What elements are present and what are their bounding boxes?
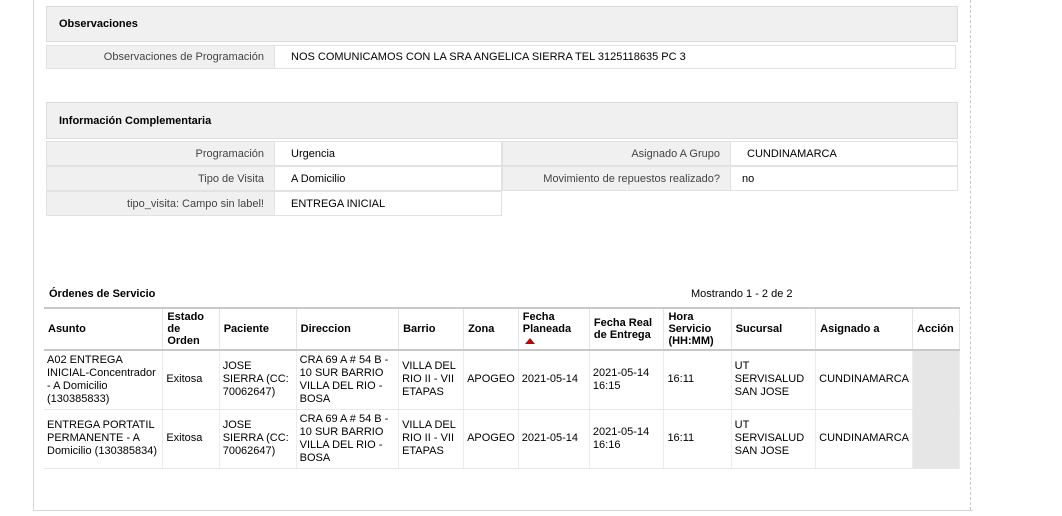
- col-estado-label: Estado de Orden: [167, 311, 205, 347]
- programacion-label: Programación: [46, 141, 275, 166]
- ordenes-servicio-title: Órdenes de Servicio: [49, 288, 156, 300]
- col-sucursal-label: Sucursal: [735, 323, 783, 335]
- col-hora-servicio[interactable]: Hora Servicio (HH:MM): [663, 307, 732, 351]
- dashed-divider: [970, 0, 971, 510]
- col-zona-label: Zona: [468, 323, 495, 335]
- col-paciente[interactable]: Paciente: [219, 307, 297, 351]
- table-header-row: Asunto Estado de Orden Paciente Direccio…: [44, 307, 960, 351]
- cell-barrio: VILLA DEL RIO II - VII ETAPAS: [398, 409, 465, 469]
- col-hora-servicio-label: Hora Servicio (HH:MM): [668, 311, 714, 347]
- col-direccion[interactable]: Direccion: [296, 307, 400, 351]
- cell-direccion: CRA 69 A # 54 B - 10 SUR BARRIO VILLA DE…: [296, 350, 400, 410]
- campo-sin-label-label: tipo_visita: Campo sin label!: [46, 191, 275, 216]
- cell-asunto: A02 ENTREGA INICIAL-Concentrador - A Dom…: [44, 350, 164, 410]
- col-asunto[interactable]: Asunto: [44, 307, 164, 351]
- col-accion: Acción: [912, 307, 960, 351]
- col-asignado[interactable]: Asignado a: [815, 307, 914, 351]
- observaciones-programacion-value: NOS COMUNICAMOS CON LA SRA ANGELICA SIER…: [274, 45, 956, 69]
- pagination-count: Mostrando 1 - 2 de 2: [691, 288, 793, 300]
- col-fecha-planeada-label: Fecha Planeada: [522, 311, 572, 335]
- cell-fecha-real: 2021-05-14 16:16: [589, 409, 665, 469]
- cell-zona: APOGEO: [463, 409, 519, 469]
- tipo-visita-value: A Domicilio: [274, 166, 502, 191]
- cell-hora: 16:11: [663, 350, 732, 410]
- cell-asignado: CUNDINAMARCA: [815, 350, 914, 410]
- col-fecha-real-label: Fecha Real de Entrega: [593, 317, 653, 341]
- cell-sucursal: UT SERVISALUD SAN JOSE: [731, 409, 817, 469]
- col-paciente-label: Paciente: [223, 323, 269, 335]
- table-row[interactable]: ENTREGA PORTATIL PERMANENTE - A Domicili…: [44, 409, 960, 469]
- cell-asignado: CUNDINAMARCA: [815, 409, 914, 469]
- campo-sin-label-value: ENTREGA INICIAL: [274, 191, 502, 216]
- cell-estado: Exitosa: [162, 350, 220, 410]
- table-row[interactable]: A02 ENTREGA INICIAL-Concentrador - A Dom…: [44, 350, 960, 410]
- col-direccion-label: Direccion: [300, 323, 351, 335]
- cell-barrio: VILLA DEL RIO II - VII ETAPAS: [398, 350, 465, 410]
- cell-accion[interactable]: [912, 350, 960, 410]
- cell-asunto: ENTREGA PORTATIL PERMANENTE - A Domicili…: [44, 409, 164, 469]
- col-asignado-label: Asignado a: [820, 323, 880, 335]
- col-accion-label: Acción: [917, 323, 954, 335]
- cell-fecha-planeada: 2021-05-14: [518, 409, 590, 469]
- observaciones-programacion-label: Observaciones de Programación: [46, 45, 275, 69]
- col-fecha-planeada[interactable]: Fecha Planeada: [518, 307, 590, 351]
- cell-accion[interactable]: [912, 409, 960, 469]
- info-complementaria-header: Información Complementaria: [46, 102, 958, 139]
- movimiento-repuestos-label: Movimiento de repuestos realizado?: [502, 166, 731, 191]
- col-fecha-real[interactable]: Fecha Real de Entrega: [589, 307, 665, 351]
- cell-direccion: CRA 69 A # 54 B - 10 SUR BARRIO VILLA DE…: [296, 409, 400, 469]
- tipo-visita-label: Tipo de Visita: [46, 166, 275, 191]
- cell-fecha-planeada: 2021-05-14: [518, 350, 590, 410]
- col-asunto-label: Asunto: [48, 323, 86, 335]
- cell-hora: 16:11: [663, 409, 732, 469]
- cell-paciente: JOSE SIERRA (CC: 70062647): [219, 409, 297, 469]
- cell-zona: APOGEO: [463, 350, 519, 410]
- ordenes-table: Asunto Estado de Orden Paciente Direccio…: [44, 307, 960, 469]
- asignado-grupo-value: CUNDINAMARCA: [730, 141, 958, 166]
- cell-paciente: JOSE SIERRA (CC: 70062647): [219, 350, 297, 410]
- cell-fecha-real: 2021-05-14 16:15: [589, 350, 665, 410]
- col-estado[interactable]: Estado de Orden: [162, 307, 220, 351]
- cell-estado: Exitosa: [162, 409, 220, 469]
- col-sucursal[interactable]: Sucursal: [731, 307, 817, 351]
- sort-ascending-icon: [524, 338, 535, 345]
- col-zona[interactable]: Zona: [463, 307, 519, 351]
- col-barrio[interactable]: Barrio: [398, 307, 465, 351]
- cell-sucursal: UT SERVISALUD SAN JOSE: [731, 350, 817, 410]
- programacion-value: Urgencia: [274, 141, 502, 166]
- asignado-grupo-label: Asignado A Grupo: [502, 141, 731, 166]
- movimiento-repuestos-value: no: [730, 166, 958, 191]
- col-barrio-label: Barrio: [403, 323, 436, 335]
- observaciones-header: Observaciones: [46, 6, 958, 42]
